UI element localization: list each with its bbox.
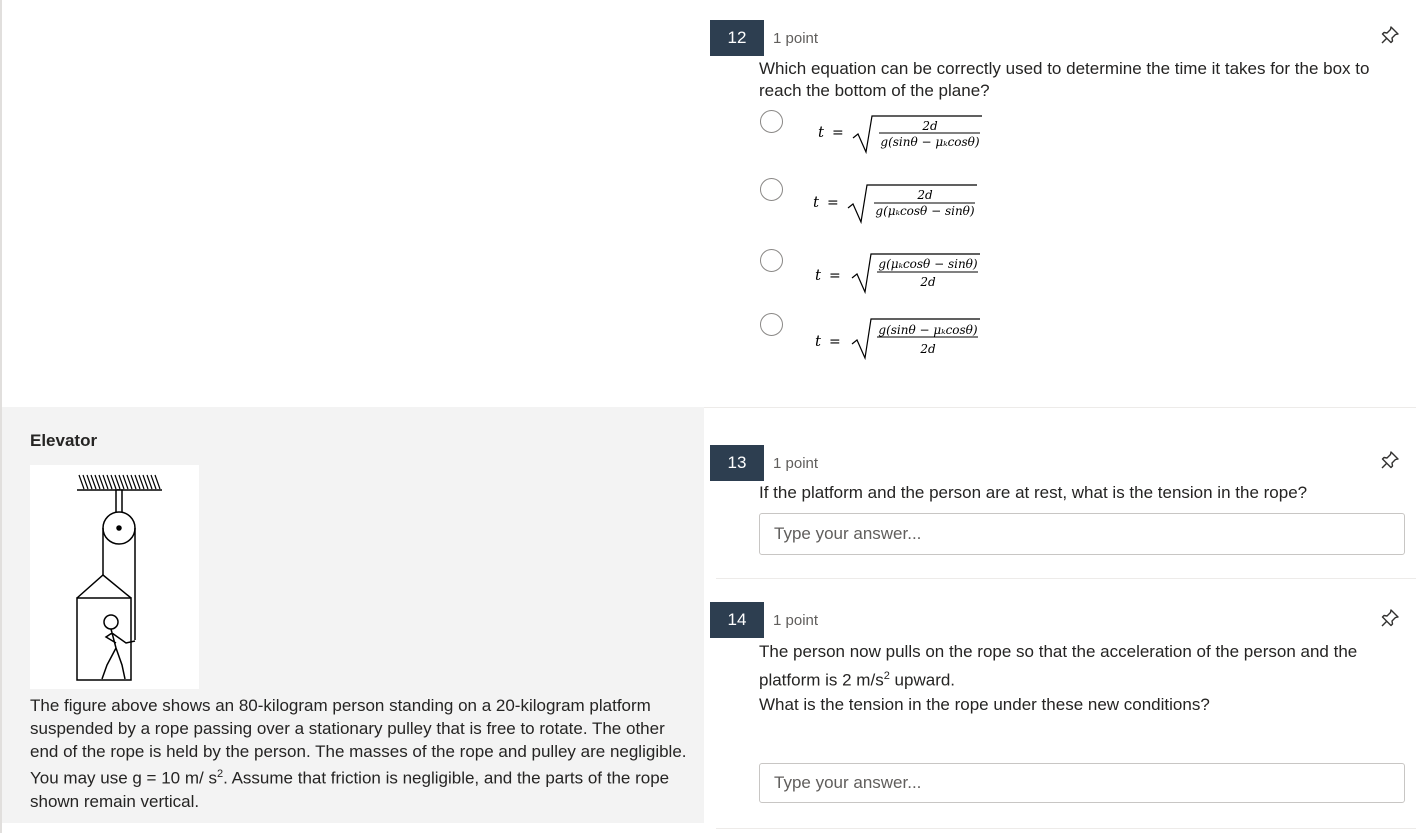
formula-numerator: 2d (921, 119, 938, 133)
question-13-number: 13 (710, 445, 764, 481)
question-12-number: 12 (710, 20, 764, 56)
question-14-answer-input[interactable]: Type your answer... (759, 763, 1405, 803)
option-1-radio[interactable] (760, 110, 783, 133)
formula-denominator: g(sinθ − μₖcosθ) (880, 135, 980, 149)
question-14-text-line2: What is the tension in the rope under th… (759, 694, 1210, 714)
formula-eq: = (829, 334, 841, 350)
formula-denominator: 2d (919, 342, 936, 356)
section-title: Elevator (30, 431, 98, 450)
option-4-formula[interactable]: t = g(sinθ − μₖcosθ) 2d (805, 317, 1005, 365)
formula-lhs: t (813, 193, 820, 211)
option-4-radio[interactable] (760, 313, 783, 336)
question-13-points: 1 point (773, 455, 819, 472)
formula-lhs: t (815, 332, 822, 350)
section-text: The figure above shows an 80-kilogram pe… (30, 694, 690, 813)
question-12-text: Which equation can be correctly used to … (759, 59, 1370, 100)
formula-numerator: 2d (916, 188, 933, 202)
divider (704, 407, 1416, 408)
pin-icon[interactable] (1380, 25, 1400, 45)
pin-icon[interactable] (1380, 608, 1400, 628)
formula-numerator: g(sinθ − μₖcosθ) (878, 323, 978, 337)
formula-eq: = (827, 195, 839, 211)
formula-numerator: g(μₖcosθ − sinθ) (878, 257, 978, 271)
divider (716, 828, 1416, 829)
formula-eq: = (832, 125, 844, 141)
elevator-figure (30, 465, 199, 689)
divider (716, 578, 1416, 579)
question-14-number: 14 (710, 602, 764, 638)
formula-lhs: t (818, 123, 825, 141)
option-3-formula[interactable]: t = g(μₖcosθ − sinθ) 2d (805, 252, 1005, 300)
question-14-text-line1: The person now pulls on the rope so that… (759, 642, 1358, 690)
option-2-formula[interactable]: t = 2d g(μₖcosθ − sinθ) (805, 178, 1005, 226)
formula-denominator: g(μₖcosθ − sinθ) (875, 204, 975, 218)
section-panel: Elevator The figure above shows an 80-ki… (2, 407, 704, 823)
formula-eq: = (829, 268, 841, 284)
question-13-text: If the platform and the person are at re… (759, 483, 1308, 502)
formula-denominator: 2d (919, 275, 936, 289)
pin-icon[interactable] (1380, 450, 1400, 470)
question-14-text-line1-end: upward. (889, 670, 956, 690)
question-14-text: The person now pulls on the rope so that… (759, 640, 1395, 717)
option-3-radio[interactable] (760, 249, 783, 272)
option-1-formula[interactable]: t = 2d g(sinθ − μₖcosθ) (805, 109, 1005, 157)
option-2-radio[interactable] (760, 178, 783, 201)
formula-lhs: t (815, 266, 822, 284)
question-13-answer-input[interactable]: Type your answer... (759, 513, 1405, 555)
question-14-points: 1 point (773, 612, 819, 629)
question-12-points: 1 point (773, 30, 819, 47)
